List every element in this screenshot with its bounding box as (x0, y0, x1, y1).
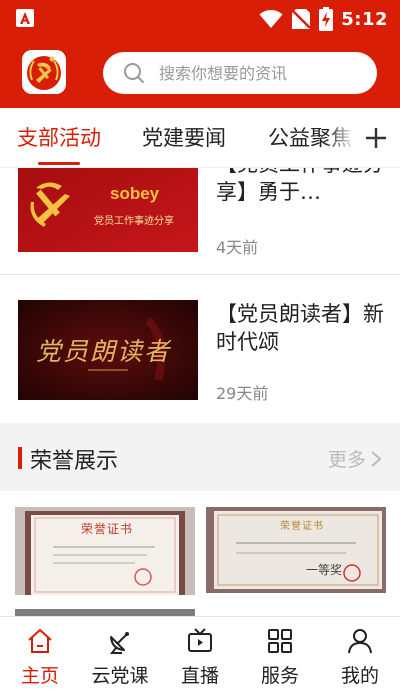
status-time: 5:12 (341, 8, 388, 30)
wifi-icon (259, 10, 283, 28)
party-emblem-icon (22, 50, 66, 94)
thumb-caption: 党员工作事迹分享 (94, 216, 174, 227)
nav-profile[interactable]: 我的 (320, 617, 400, 700)
tv-icon (188, 628, 212, 652)
search-icon (124, 63, 144, 83)
chevron-right-icon (371, 450, 382, 467)
grid-icon (268, 629, 292, 653)
section-marker (18, 447, 22, 469)
thumb-caption: 党员朗读者 (36, 337, 172, 366)
nav-home[interactable]: 主页 (0, 617, 80, 700)
honor-gallery: 荣誉证书 荣誉证书 一等奖 (0, 491, 400, 617)
certificate-image[interactable]: 荣誉证书 一等奖 (206, 507, 386, 593)
nav-services[interactable]: 服务 (240, 617, 320, 700)
satellite-dish-icon (109, 632, 129, 654)
nav-cloud-class[interactable]: 云党课 (80, 617, 160, 700)
nav-label: 主页 (20, 665, 59, 687)
more-button[interactable]: 更多 (328, 445, 382, 472)
news-time: 4天前 (216, 238, 259, 257)
category-tabs: 支部活动 党建要闻 公益聚焦 (0, 108, 400, 168)
more-label: 更多 (327, 449, 366, 471)
certificate-heading: 荣誉证书 (280, 521, 324, 532)
home-icon (28, 629, 52, 653)
news-thumbnail: 党员朗读者 (18, 300, 198, 400)
search-input[interactable] (159, 63, 359, 83)
honor-section-header: 荣誉展示 更多 (0, 423, 400, 491)
news-time: 29天前 (216, 384, 269, 403)
user-icon (348, 629, 372, 654)
plus-icon (366, 128, 386, 148)
app-logo[interactable] (22, 50, 66, 94)
search-bar[interactable] (103, 52, 377, 94)
app-notification-icon (16, 9, 34, 27)
tab-party-news[interactable]: 党建要闻 (142, 122, 226, 152)
news-item[interactable]: sobey 党员工作事迹分享 【党员工作事迹分享】勇于… 4天前 (0, 168, 400, 274)
bottom-navigation: 主页 云党课 直播 服务 我的 (0, 616, 400, 700)
certificate-image[interactable]: 荣誉证书 (15, 507, 195, 595)
nav-label: 云党课 (91, 665, 149, 687)
status-bar: 5:12 (0, 0, 400, 38)
news-title: 【党员朗读者】新时代颂 (216, 302, 384, 354)
nav-live[interactable]: 直播 (160, 617, 240, 700)
app-header (0, 38, 400, 108)
nav-label: 我的 (340, 665, 379, 687)
tab-branch-activities[interactable]: 支部活动 (17, 122, 101, 152)
battery-charging-icon (319, 7, 334, 31)
certificate-award: 一等奖 (306, 563, 343, 577)
add-tab-button[interactable] (352, 108, 400, 167)
news-thumbnail: sobey 党员工作事迹分享 (18, 168, 198, 252)
no-sim-icon (291, 9, 312, 29)
thumb-brand: sobey (110, 184, 160, 203)
nav-label: 服务 (260, 665, 299, 687)
active-tab-indicator (38, 162, 80, 165)
section-title: 荣誉展示 (30, 449, 119, 474)
news-title: 【党员工作事迹分享】勇于… (216, 168, 384, 204)
nav-label: 直播 (180, 665, 219, 687)
certificate-heading: 荣誉证书 (81, 522, 134, 536)
news-item[interactable]: 党员朗读者 【党员朗读者】新时代颂 29天前 (0, 275, 400, 422)
